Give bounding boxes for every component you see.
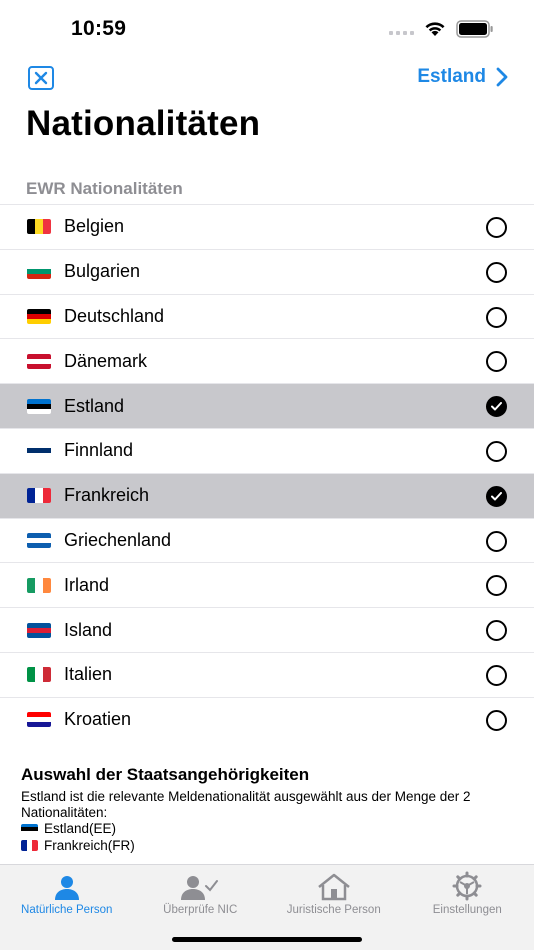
radio-unchecked-icon[interactable] (486, 440, 507, 462)
country-name: Finnland (64, 440, 134, 461)
status-time: 10:59 (71, 17, 127, 40)
cellular-signal-icon (389, 23, 414, 35)
radio-unchecked-icon[interactable] (486, 261, 507, 283)
next-button-label: Estland (417, 66, 486, 87)
country-name: Irland (64, 574, 110, 595)
status-bar: 10:59 (0, 0, 534, 58)
radio-unchecked-icon[interactable] (486, 620, 507, 642)
chevron-right-icon (496, 67, 508, 87)
flag-icon (27, 532, 51, 548)
tab-person[interactable]: Natürliche Person (0, 865, 134, 950)
flag-icon (27, 443, 51, 459)
summary-item-label: Frankreich(FR) (44, 837, 135, 853)
tab-label: Überprüfe NIC (163, 904, 238, 916)
page-title: Nationalitäten (26, 104, 261, 143)
navigation-bar: Estland (0, 58, 534, 104)
country-row[interactable]: Estland (0, 383, 534, 428)
country-name: Island (64, 619, 113, 640)
flag-icon (27, 398, 51, 414)
country-name: Belgien (64, 216, 125, 237)
country-name: Frankreich (64, 485, 150, 506)
next-button[interactable]: Estland (417, 66, 508, 88)
tab-label: Natürliche Person (21, 904, 113, 916)
summary-text: Estland ist die relevante Meldenationali… (21, 789, 471, 820)
country-row[interactable]: Griechenland (0, 517, 534, 563)
flag-icon (27, 264, 51, 280)
country-row[interactable]: Kroatien (0, 696, 534, 742)
flag-icon (27, 219, 51, 235)
country-row[interactable]: Deutschland (0, 293, 534, 339)
country-name: Griechenland (64, 529, 172, 550)
close-button[interactable] (28, 66, 54, 90)
radio-unchecked-icon[interactable] (486, 306, 507, 328)
wifi-icon (425, 22, 445, 36)
flag-icon (27, 577, 51, 593)
summary-item: Frankreich(FR) (21, 838, 534, 855)
country-row[interactable]: Irland (0, 562, 534, 607)
summary-item: Estland(EE) (21, 821, 534, 838)
country-row[interactable]: Dänemark (0, 338, 534, 383)
section-header: EWR Nationalitäten (0, 168, 534, 204)
radio-unchecked-icon[interactable] (486, 530, 507, 552)
tab-label: Juristische Person (286, 904, 381, 916)
battery-icon (456, 20, 493, 38)
person-icon (53, 871, 81, 901)
house-icon (317, 871, 351, 901)
close-icon (34, 71, 48, 85)
title-area: Nationalitäten (0, 104, 534, 168)
flag-icon (21, 823, 38, 835)
flag-icon (27, 488, 51, 504)
country-name: Bulgarien (64, 261, 141, 282)
country-name: Dänemark (64, 350, 148, 371)
radio-checked-icon[interactable] (486, 485, 507, 507)
section-title: EWR Nationalitäten (26, 179, 183, 198)
flag-icon (21, 840, 38, 852)
country-row[interactable]: Belgien (0, 204, 534, 249)
summary-item-label: Estland(EE) (44, 821, 117, 836)
radio-checked-icon[interactable] (486, 396, 507, 418)
country-row[interactable]: Italien (0, 651, 534, 697)
country-name: Italien (64, 664, 113, 685)
tab-gear[interactable]: Einstellungen (401, 865, 534, 950)
summary-items: Estland(EE) Frankreich(FR) (21, 821, 534, 854)
country-name: Estland (64, 395, 125, 416)
radio-unchecked-icon[interactable] (486, 575, 507, 597)
selection-summary: Auswahl der Staatsangehörigkeiten Estlan… (0, 738, 534, 864)
home-indicator (172, 937, 362, 942)
person-check-icon (181, 871, 219, 901)
radio-unchecked-icon[interactable] (486, 709, 507, 731)
tab-label: Einstellungen (432, 904, 502, 916)
flag-icon (27, 667, 51, 683)
summary-title: Auswahl der Staatsangehörigkeiten (21, 765, 310, 784)
country-name: Deutschland (64, 305, 165, 326)
flag-icon (27, 622, 51, 638)
radio-unchecked-icon[interactable] (486, 351, 507, 373)
gear-icon (452, 871, 482, 901)
flag-icon (27, 712, 51, 728)
radio-unchecked-icon[interactable] (486, 217, 507, 238)
country-list: Belgien Bulgarien Deutschland Dänemark Estla… (0, 204, 534, 742)
radio-unchecked-icon[interactable] (486, 664, 507, 686)
country-row[interactable]: Finnland (0, 427, 534, 473)
status-icons (389, 20, 494, 38)
flag-icon (27, 353, 51, 369)
country-row[interactable]: Frankreich (0, 472, 534, 518)
flag-icon (27, 308, 51, 324)
country-row[interactable]: Bulgarien (0, 248, 534, 294)
country-row[interactable]: Island (0, 607, 534, 652)
country-name: Kroatien (64, 709, 132, 730)
